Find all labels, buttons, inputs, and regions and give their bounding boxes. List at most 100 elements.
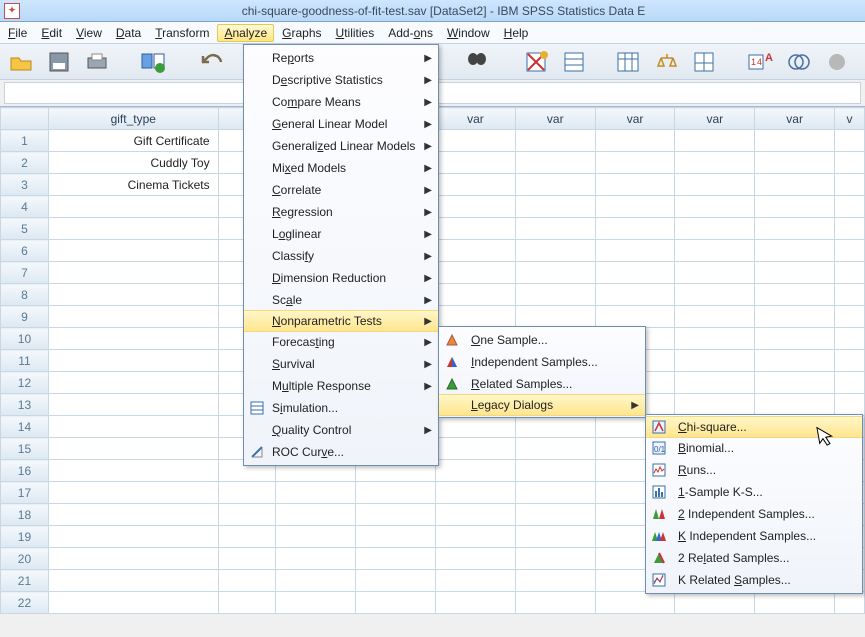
recall-dialog-button[interactable] (138, 48, 168, 76)
cell[interactable] (276, 570, 356, 592)
cell[interactable] (675, 592, 755, 614)
analyze-item-general-linear-model[interactable]: General Linear Model▶ (244, 113, 438, 135)
cell-gift-type[interactable] (48, 526, 218, 548)
cell-gift-type[interactable] (48, 350, 218, 372)
cell[interactable] (835, 394, 865, 416)
row-number[interactable]: 19 (1, 526, 49, 548)
cell[interactable] (675, 196, 755, 218)
cell[interactable] (755, 372, 835, 394)
cell[interactable] (675, 152, 755, 174)
cell[interactable] (515, 570, 595, 592)
cell-gift-type[interactable]: Gift Certificate (48, 130, 218, 152)
row-number[interactable]: 9 (1, 306, 49, 328)
analyze-item-survival[interactable]: Survival▶ (244, 353, 438, 375)
nonparam-item-legacy-dialogs[interactable]: Legacy Dialogs▶ (439, 394, 645, 416)
analyze-item-correlate[interactable]: Correlate▶ (244, 179, 438, 201)
cell[interactable] (276, 548, 356, 570)
cell[interactable] (675, 284, 755, 306)
cell[interactable] (218, 592, 276, 614)
row-number[interactable]: 18 (1, 504, 49, 526)
cell[interactable] (835, 328, 865, 350)
analyze-item-dimension-reduction[interactable]: Dimension Reduction▶ (244, 267, 438, 289)
cell[interactable] (755, 284, 835, 306)
cell[interactable] (515, 526, 595, 548)
cell[interactable] (835, 240, 865, 262)
cell-gift-type[interactable] (48, 570, 218, 592)
row-number[interactable]: 11 (1, 350, 49, 372)
cell-gift-type[interactable] (48, 438, 218, 460)
cell[interactable] (276, 482, 356, 504)
cell-gift-type[interactable]: Cuddly Toy (48, 152, 218, 174)
col-header-var-8[interactable]: v (835, 108, 865, 130)
cell[interactable] (835, 196, 865, 218)
cell[interactable] (436, 174, 516, 196)
variable-labels-button[interactable]: 14A (746, 48, 776, 76)
cell[interactable] (515, 548, 595, 570)
cell[interactable] (436, 438, 516, 460)
cell[interactable] (675, 174, 755, 196)
col-header-gift-type[interactable]: gift_type (48, 108, 218, 130)
cell[interactable] (436, 526, 516, 548)
weight-cases-button[interactable] (652, 48, 682, 76)
cell[interactable] (675, 218, 755, 240)
cell[interactable] (515, 460, 595, 482)
cell-gift-type[interactable] (48, 328, 218, 350)
legacy-item-2-independent-samples[interactable]: 2 Independent Samples... (646, 503, 862, 525)
cell[interactable] (755, 196, 835, 218)
analyze-item-mixed-models[interactable]: Mixed Models▶ (244, 157, 438, 179)
select-cases-button[interactable] (614, 48, 644, 76)
col-header-var-7[interactable]: var (755, 108, 835, 130)
col-header-var-3[interactable]: var (436, 108, 516, 130)
insert-variable-button[interactable] (522, 48, 552, 76)
menu-file[interactable]: File (8, 26, 27, 40)
more-button[interactable] (822, 48, 852, 76)
cell[interactable] (436, 306, 516, 328)
cell-gift-type[interactable] (48, 504, 218, 526)
cell[interactable] (436, 460, 516, 482)
legacy-item-chi-square[interactable]: Chi-square... (646, 416, 862, 438)
legacy-item-2-related-samples[interactable]: 2 Related Samples... (646, 547, 862, 569)
cell-gift-type[interactable] (48, 482, 218, 504)
menu-transform[interactable]: Transform (155, 26, 209, 40)
analyze-item-compare-means[interactable]: Compare Means▶ (244, 91, 438, 113)
analyze-item-simulation[interactable]: Simulation... (244, 397, 438, 419)
cell-gift-type[interactable] (48, 394, 218, 416)
cell[interactable] (436, 240, 516, 262)
cell[interactable] (755, 592, 835, 614)
cell[interactable] (835, 592, 865, 614)
row-number[interactable]: 6 (1, 240, 49, 262)
nonparam-item-independent-samples[interactable]: Independent Samples... (439, 351, 645, 373)
cell-gift-type[interactable] (48, 306, 218, 328)
row-number[interactable]: 10 (1, 328, 49, 350)
analyze-item-nonparametric-tests[interactable]: Nonparametric Tests▶ (244, 310, 438, 332)
find-button[interactable] (462, 48, 492, 76)
cell[interactable] (436, 548, 516, 570)
cell[interactable] (755, 350, 835, 372)
menu-data[interactable]: Data (116, 26, 141, 40)
cell[interactable] (515, 416, 595, 438)
cell[interactable] (515, 240, 595, 262)
row-number[interactable]: 2 (1, 152, 49, 174)
cell[interactable] (835, 284, 865, 306)
col-header-var-6[interactable]: var (675, 108, 755, 130)
analyze-item-regression[interactable]: Regression▶ (244, 201, 438, 223)
cell[interactable] (356, 526, 436, 548)
cell[interactable] (218, 504, 276, 526)
cell[interactable] (595, 152, 675, 174)
cell[interactable] (675, 306, 755, 328)
col-header-var-4[interactable]: var (515, 108, 595, 130)
cell[interactable] (675, 328, 755, 350)
cell[interactable] (276, 526, 356, 548)
cell[interactable] (436, 504, 516, 526)
cell[interactable] (218, 570, 276, 592)
cell-gift-type[interactable] (48, 218, 218, 240)
row-number[interactable]: 1 (1, 130, 49, 152)
cell[interactable] (835, 306, 865, 328)
save-button[interactable] (44, 48, 74, 76)
cell[interactable] (218, 548, 276, 570)
row-number[interactable]: 20 (1, 548, 49, 570)
cell[interactable] (675, 240, 755, 262)
cell[interactable] (436, 592, 516, 614)
cell[interactable] (675, 350, 755, 372)
cell[interactable] (595, 196, 675, 218)
